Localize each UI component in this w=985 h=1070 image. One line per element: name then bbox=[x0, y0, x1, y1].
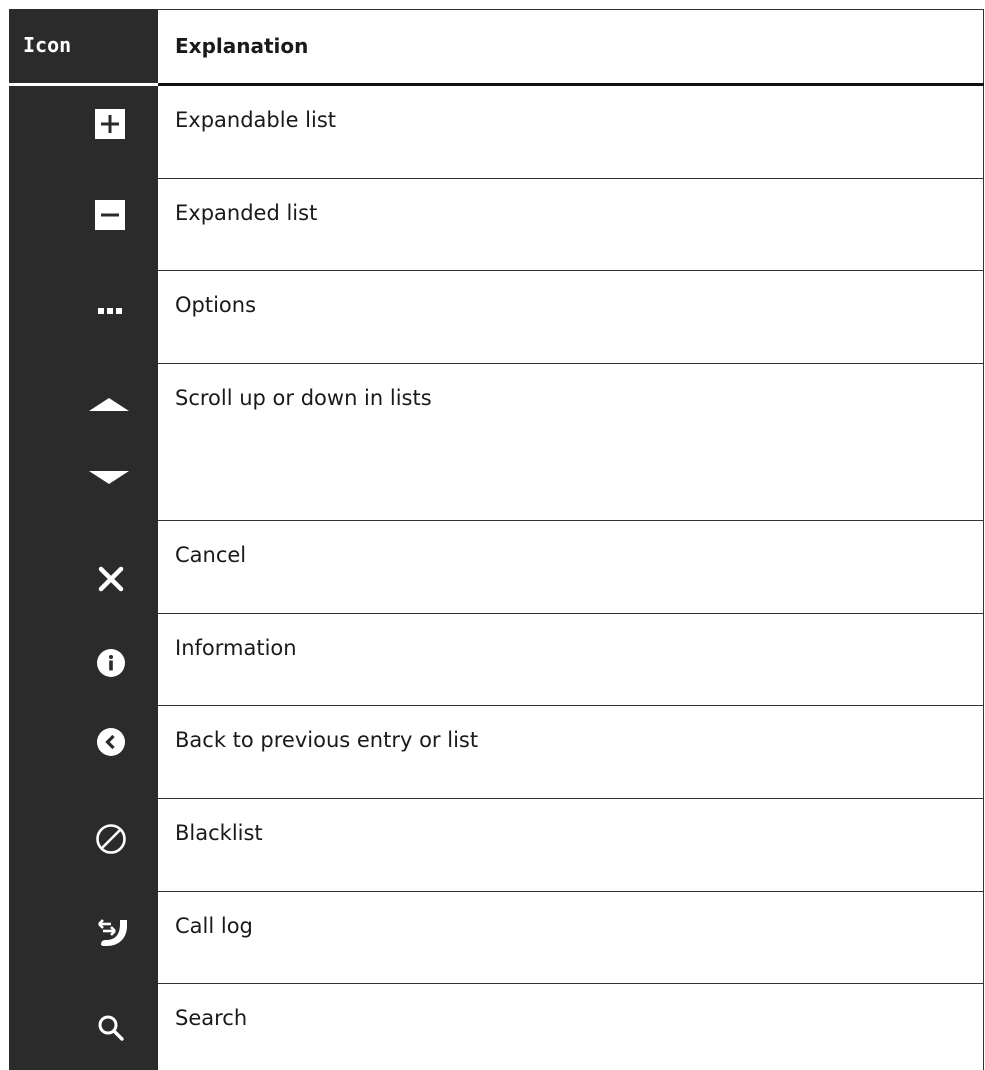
table-row: Cancel bbox=[9, 521, 984, 614]
table-header: Icon Explanation bbox=[9, 9, 984, 83]
row-label: Call log bbox=[175, 914, 253, 938]
scroll-arrows-icon bbox=[89, 398, 129, 484]
info-circle-icon bbox=[97, 649, 125, 677]
table-row: Call log bbox=[9, 892, 984, 984]
plus-box-icon bbox=[95, 109, 125, 139]
explanation-column-header: Explanation bbox=[175, 34, 309, 58]
close-x-icon bbox=[98, 566, 124, 592]
table-row: Blacklist bbox=[9, 799, 984, 892]
table-row: Options bbox=[9, 271, 984, 364]
table-row: Back to previous entry or list bbox=[9, 706, 984, 799]
table-row: Expandable list bbox=[9, 86, 984, 179]
more-dots-icon bbox=[98, 308, 122, 314]
blocked-circle-icon bbox=[96, 824, 126, 854]
call-log-icon bbox=[98, 919, 127, 946]
row-label: Scroll up or down in lists bbox=[175, 386, 432, 410]
table-row: Expanded list bbox=[9, 179, 984, 271]
row-label: Information bbox=[175, 636, 297, 660]
row-label: Cancel bbox=[175, 543, 247, 567]
row-label: Back to previous entry or list bbox=[175, 728, 479, 752]
table-row: Scroll up or down in lists bbox=[9, 364, 984, 521]
icon-column-header: Icon bbox=[23, 33, 72, 57]
table-row: Search bbox=[9, 984, 984, 1070]
table-row: Information bbox=[9, 614, 984, 706]
icon-table: Icon Explanation Expandable list Expande… bbox=[9, 9, 985, 1070]
row-label: Expanded list bbox=[175, 201, 318, 225]
row-label: Expandable list bbox=[175, 108, 337, 132]
row-label: Search bbox=[175, 1006, 248, 1030]
row-label: Options bbox=[175, 293, 257, 317]
row-label: Blacklist bbox=[175, 821, 263, 845]
search-icon bbox=[98, 1015, 124, 1041]
minus-box-icon bbox=[95, 200, 125, 230]
back-chevron-circle-icon bbox=[97, 728, 125, 756]
